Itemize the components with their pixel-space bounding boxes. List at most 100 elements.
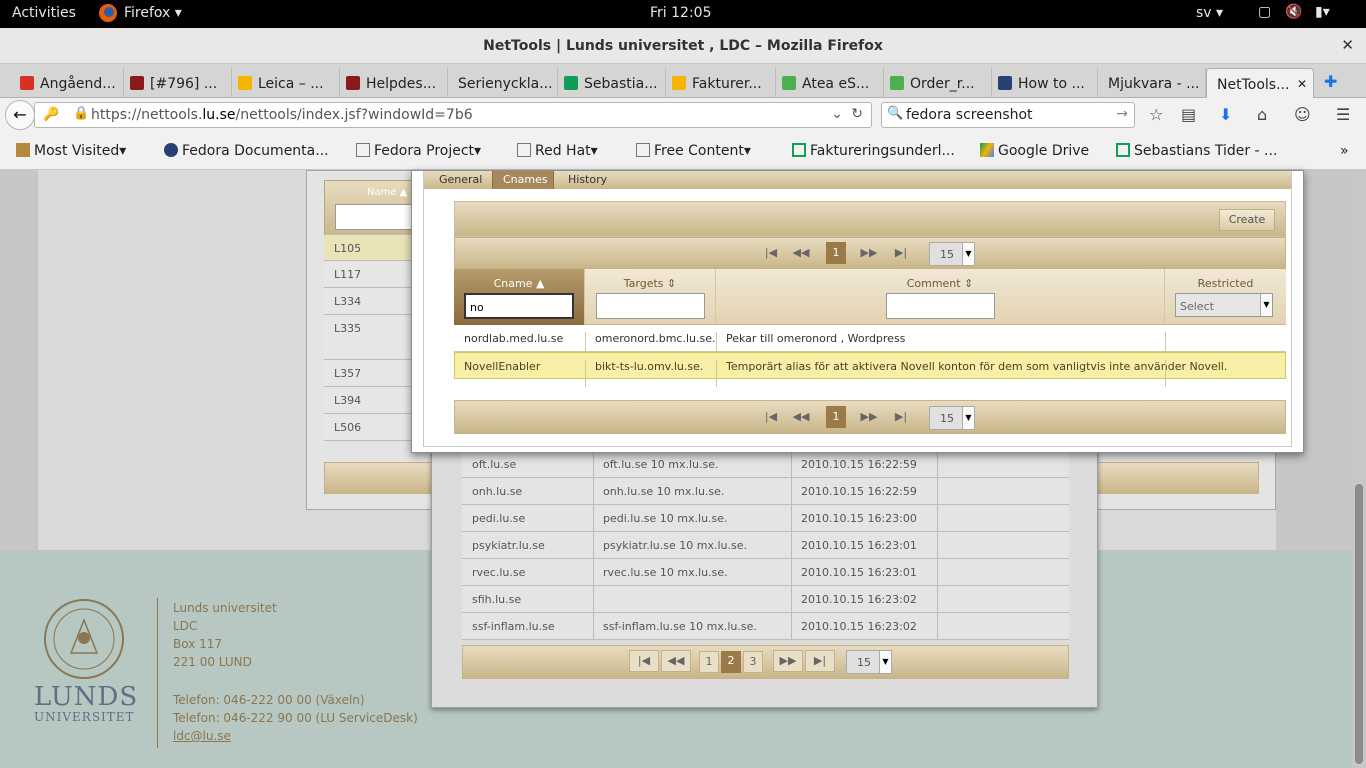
cell-divider xyxy=(791,559,792,586)
first-page-button[interactable]: |◀ xyxy=(629,650,659,672)
search-input[interactable]: 🔍 fedora screenshot → xyxy=(881,102,1135,128)
tab-3[interactable]: Leica – ... xyxy=(232,68,340,98)
window-icon[interactable]: ▢ xyxy=(1258,4,1271,20)
bookmark-google-drive[interactable]: Google Drive xyxy=(980,143,1089,159)
name-row[interactable]: L335 xyxy=(324,315,414,360)
new-tab-button[interactable]: ✚ xyxy=(1324,72,1337,91)
bookmarks-overflow-icon[interactable]: » xyxy=(1340,143,1349,159)
url-bar[interactable]: 🔑 🔒 https://nettools.lu.se/nettools/inde… xyxy=(34,102,872,128)
page-button[interactable]: 1 xyxy=(699,651,719,673)
tab-2[interactable]: [#796] ... xyxy=(124,68,232,98)
reading-list-icon[interactable]: ▤ xyxy=(1181,105,1196,124)
page-button[interactable]: 3 xyxy=(743,651,763,673)
page-size-select[interactable]: 15 ▼ xyxy=(929,406,975,430)
mx-row[interactable]: rvec.lu.se rvec.lu.se 10 mx.lu.se. 2010.10… xyxy=(462,559,1069,586)
column-cname[interactable]: Cname ▲ no xyxy=(454,269,585,325)
column-targets[interactable]: Targets ⇕ xyxy=(585,269,716,325)
mx-row[interactable]: psykiatr.lu.se psykiatr.lu.se 10 mx.lu.se… xyxy=(462,532,1069,559)
bookmark-free-content[interactable]: Free Content▾ xyxy=(636,143,751,159)
home-icon[interactable]: ⌂ xyxy=(1257,105,1267,124)
restricted-select[interactable]: Select ▼ xyxy=(1175,293,1273,317)
url-dropdown-icon[interactable]: ⌄ xyxy=(831,106,843,122)
last-page-button[interactable]: ▶| xyxy=(889,410,913,423)
mx-row[interactable]: sfih.lu.se 2010.10.15 16:23:02 xyxy=(462,586,1069,613)
bookmark-sebastians-tider[interactable]: Sebastians Tider - ... xyxy=(1116,143,1277,159)
name-row[interactable]: L105 xyxy=(324,234,414,261)
tab-general[interactable]: General xyxy=(424,171,490,189)
bookmark-fakturering[interactable]: Faktureringsunderl... xyxy=(792,143,955,159)
prev-page-button[interactable]: ◀◀ xyxy=(661,650,691,672)
tab-8[interactable]: Atea eS... xyxy=(776,68,884,98)
tab-9[interactable]: Order_r... xyxy=(884,68,992,98)
name-row[interactable]: L506 xyxy=(324,414,414,441)
tab-6[interactable]: Sebastia... xyxy=(558,68,666,98)
tab-1[interactable]: Angåend... xyxy=(14,68,124,98)
name-row[interactable]: L394 xyxy=(324,387,414,414)
mx-row[interactable]: oft.lu.se oft.lu.se 10 mx.lu.se. 2010.10.1… xyxy=(462,451,1069,478)
menu-icon[interactable]: ☰ xyxy=(1336,105,1350,124)
tab-5[interactable]: Serienyckla... xyxy=(448,68,558,98)
page-button-active[interactable]: 1 xyxy=(826,242,846,264)
tab-4[interactable]: Helpdes... xyxy=(340,68,448,98)
bookmark-most-visited[interactable]: Most Visited▾ xyxy=(16,143,126,159)
mx-row[interactable]: ssf-inflam.lu.se ssf-inflam.lu.se 10 mx.l… xyxy=(462,613,1069,640)
create-button[interactable]: Create xyxy=(1219,209,1275,231)
chat-icon[interactable]: ☺ xyxy=(1294,105,1311,124)
mx-row[interactable]: pedi.lu.se pedi.lu.se 10 mx.lu.se. 2010.10… xyxy=(462,505,1069,532)
last-page-button[interactable]: ▶| xyxy=(889,246,913,259)
page-size-select[interactable]: 15 ▼ xyxy=(929,242,975,266)
bookmark-fedora-docs[interactable]: Fedora Documenta... xyxy=(164,143,329,159)
targets-filter-input[interactable] xyxy=(596,293,705,319)
app-menu[interactable]: Firefox ▾ xyxy=(124,5,182,21)
tab-10[interactable]: How to ... xyxy=(992,68,1098,98)
next-page-button[interactable]: ▶▶ xyxy=(857,246,881,259)
volume-icon[interactable]: 🔇 xyxy=(1285,4,1302,20)
cname-row-selected[interactable]: NovellEnabler bikt-ts-lu.omv.lu.se. Temp… xyxy=(454,352,1286,387)
name-row[interactable]: L357 xyxy=(324,360,414,387)
clock[interactable]: Fri 12:05 xyxy=(650,5,711,21)
footer-line: LDC xyxy=(173,619,198,633)
site-info-icon[interactable]: 🔑 xyxy=(43,107,59,122)
name-row[interactable]: L334 xyxy=(324,288,414,315)
comment-filter-input[interactable] xyxy=(886,293,995,319)
name-list-header[interactable]: Name ▲ xyxy=(324,180,415,238)
bookmark-fedora-project[interactable]: Fedora Project▾ xyxy=(356,143,481,159)
prev-page-button[interactable]: ◀◀ xyxy=(789,410,813,423)
mx-target-cell: rvec.lu.se 10 mx.lu.se. xyxy=(603,566,728,579)
scrollbar-thumb[interactable] xyxy=(1355,484,1363,764)
tab-7[interactable]: Fakturer... xyxy=(666,68,776,98)
cname-filter-input[interactable]: no xyxy=(464,293,574,319)
bookmark-red-hat[interactable]: Red Hat▾ xyxy=(517,143,598,159)
name-filter-input[interactable] xyxy=(335,204,415,230)
footer-divider xyxy=(157,598,158,748)
page-scrollbar[interactable] xyxy=(1352,170,1366,768)
page-size-select[interactable]: 15 ▼ xyxy=(846,650,892,674)
back-button[interactable]: ← xyxy=(5,100,35,130)
next-page-button[interactable]: ▶▶ xyxy=(773,650,803,672)
cname-row[interactable]: nordlab.med.lu.se omeronord.bmc.lu.se. P… xyxy=(454,325,1286,359)
page-button-active[interactable]: 2 xyxy=(721,651,741,673)
prev-page-button[interactable]: ◀◀ xyxy=(789,246,813,259)
activities-button[interactable]: Activities xyxy=(12,5,76,21)
tab-history[interactable]: History xyxy=(558,171,618,189)
downloads-icon[interactable]: ⬇ xyxy=(1219,105,1232,124)
close-tab-icon[interactable]: ✕ xyxy=(1297,77,1307,91)
search-go-icon[interactable]: → xyxy=(1116,106,1128,122)
first-page-button[interactable]: |◀ xyxy=(759,246,783,259)
tab-11[interactable]: Mjukvara - ... xyxy=(1098,68,1206,98)
last-page-button[interactable]: ▶| xyxy=(805,650,835,672)
next-page-button[interactable]: ▶▶ xyxy=(857,410,881,423)
bookmark-star-icon[interactable]: ☆ xyxy=(1149,105,1163,124)
footer-email-link[interactable]: ldc@lu.se xyxy=(173,729,231,743)
column-comment[interactable]: Comment ⇕ xyxy=(716,269,1165,325)
mx-row[interactable]: onh.lu.se onh.lu.se 10 mx.lu.se. 2010.10.1… xyxy=(462,478,1069,505)
reload-icon[interactable]: ↻ xyxy=(851,106,863,122)
name-row[interactable]: L117 xyxy=(324,261,414,288)
tab-cnames[interactable]: Cnames xyxy=(492,171,554,189)
tab-12[interactable]: NetTools... ✕ xyxy=(1206,68,1314,98)
battery-icon[interactable]: ▮▾ xyxy=(1315,4,1330,20)
close-window-icon[interactable]: ✕ xyxy=(1341,36,1354,54)
page-button-active[interactable]: 1 xyxy=(826,406,846,428)
keyboard-layout[interactable]: sv ▾ xyxy=(1196,5,1223,21)
first-page-button[interactable]: |◀ xyxy=(759,410,783,423)
